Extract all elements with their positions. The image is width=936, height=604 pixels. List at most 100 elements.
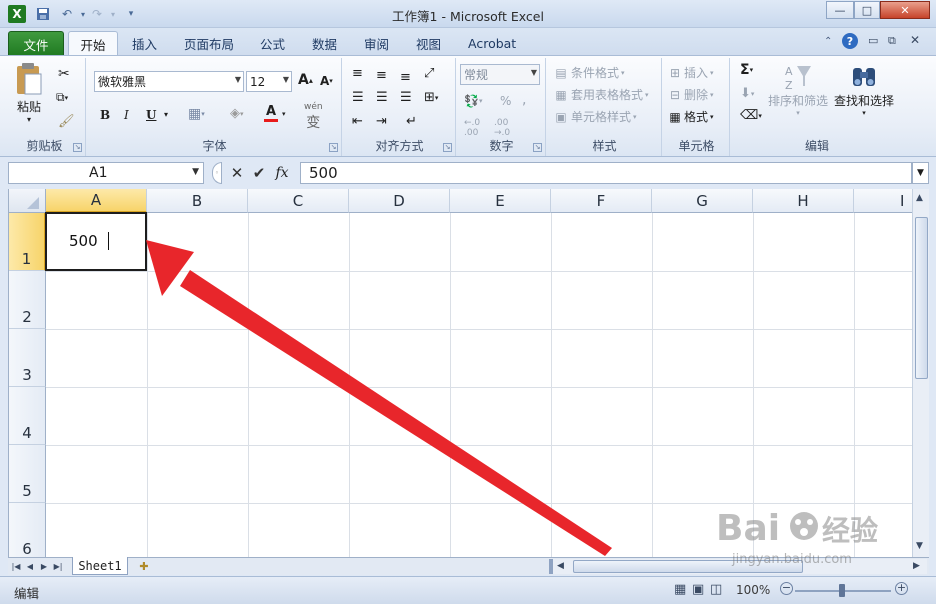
- column-header-e[interactable]: E: [450, 189, 551, 213]
- row-header-5[interactable]: 5: [9, 445, 46, 503]
- confirm-entry-icon[interactable]: ✔: [248, 164, 270, 182]
- align-bottom-icon[interactable]: ≡: [400, 70, 411, 85]
- font-launcher-icon[interactable]: ↘: [329, 143, 338, 152]
- last-sheet-icon[interactable]: ▶|: [52, 559, 64, 574]
- font-name-combo[interactable]: 微软雅黑 ▼: [94, 71, 244, 92]
- fill-icon[interactable]: ⬇ ▾: [740, 86, 754, 101]
- paste-button[interactable]: 粘贴 ▾: [14, 62, 44, 124]
- help-icon[interactable]: ?: [842, 33, 858, 49]
- increase-decimal-icon[interactable]: ←.0.00: [464, 118, 480, 138]
- phonetic-button[interactable]: wén 变: [304, 102, 323, 132]
- column-header-b[interactable]: B: [147, 189, 248, 213]
- tab-file[interactable]: 文件: [8, 31, 64, 56]
- autosum-icon[interactable]: Σ ▾: [740, 62, 753, 78]
- font-color-dropdown-icon[interactable]: ▾: [282, 110, 286, 118]
- tab-acrobat[interactable]: Acrobat: [460, 31, 524, 56]
- bold-button[interactable]: B: [100, 108, 110, 122]
- merge-center-icon[interactable]: ⊞ ▾: [424, 90, 438, 105]
- currency-icon[interactable]: 💱 ▾: [464, 94, 482, 108]
- grow-font-icon[interactable]: A ▴: [298, 72, 313, 88]
- number-launcher-icon[interactable]: ↘: [533, 143, 542, 152]
- column-header-a[interactable]: A: [46, 189, 147, 213]
- zoom-level[interactable]: 100%: [736, 583, 770, 597]
- tab-data[interactable]: 数据: [304, 31, 345, 56]
- row-header-4[interactable]: 4: [9, 387, 46, 445]
- name-box[interactable]: A1 ▼: [8, 162, 204, 184]
- doc-close-icon[interactable]: ✕: [910, 33, 920, 47]
- column-header-g[interactable]: G: [652, 189, 753, 213]
- select-all-corner[interactable]: [9, 189, 46, 213]
- align-center-icon[interactable]: ☰: [376, 90, 388, 105]
- italic-button[interactable]: I: [124, 108, 129, 122]
- doc-restore-icon[interactable]: ⧉: [888, 34, 896, 48]
- decrease-decimal-icon[interactable]: .00 →.0: [494, 118, 510, 138]
- percent-button[interactable]: %: [500, 94, 511, 108]
- shrink-font-icon[interactable]: A ▾: [320, 74, 333, 88]
- collapse-ribbon-icon[interactable]: ⌃: [824, 36, 832, 47]
- font-size-combo[interactable]: 12 ▼: [246, 71, 292, 92]
- borders-icon[interactable]: ▦ ▾: [188, 106, 205, 122]
- row-header-6[interactable]: 6: [9, 503, 46, 557]
- tab-insert[interactable]: 插入: [124, 31, 165, 56]
- tab-home[interactable]: 开始: [68, 31, 118, 56]
- align-top-icon[interactable]: ≡: [352, 66, 363, 81]
- align-left-icon[interactable]: ☰: [352, 90, 364, 105]
- first-sheet-icon[interactable]: |◀: [10, 559, 22, 574]
- column-header-d[interactable]: D: [349, 189, 450, 213]
- number-format-combo[interactable]: 常规 ▼: [460, 64, 540, 85]
- minimize-button[interactable]: —: [826, 1, 854, 19]
- column-header-h[interactable]: H: [753, 189, 854, 213]
- align-right-icon[interactable]: ☰: [400, 90, 412, 105]
- tab-page-layout[interactable]: 页面布局: [176, 31, 242, 56]
- font-color-icon[interactable]: A: [264, 104, 278, 122]
- formula-bar-splitter-icon[interactable]: ◦: [212, 162, 222, 184]
- column-header-c[interactable]: C: [248, 189, 349, 213]
- normal-view-icon[interactable]: ▦: [674, 582, 686, 597]
- align-middle-icon[interactable]: ≡: [376, 68, 387, 83]
- orientation-icon[interactable]: ⤢: [424, 66, 434, 81]
- clear-icon[interactable]: ⌫ ▾: [740, 108, 762, 123]
- format-cells-button[interactable]: ▦ 格式 ▾: [668, 108, 713, 125]
- comma-button[interactable]: ,: [522, 92, 526, 108]
- page-break-view-icon[interactable]: ◫: [710, 582, 722, 597]
- paste-dropdown-icon[interactable]: ▾: [27, 115, 31, 124]
- increase-indent-icon[interactable]: ⇥: [376, 114, 387, 129]
- conditional-format-button[interactable]: ▤ 条件格式 ▾: [554, 64, 624, 81]
- font-size-dropdown-icon[interactable]: ▼: [283, 75, 289, 84]
- find-select-button[interactable]: 查找和选择 ▾: [834, 62, 894, 117]
- row-header-3[interactable]: 3: [9, 329, 46, 387]
- maximize-button[interactable]: □: [854, 1, 880, 19]
- cancel-entry-icon[interactable]: ✕: [226, 164, 248, 182]
- formula-input[interactable]: 500: [300, 162, 912, 184]
- close-button[interactable]: ✕: [880, 1, 930, 19]
- name-box-dropdown-icon[interactable]: ▼: [192, 167, 199, 177]
- row-header-2[interactable]: 2: [9, 271, 46, 329]
- decrease-indent-icon[interactable]: ⇤: [352, 114, 363, 129]
- doc-minimize-icon[interactable]: ▭: [868, 34, 878, 47]
- scroll-up-icon[interactable]: ▲: [916, 193, 923, 203]
- vertical-scroll-thumb[interactable]: [915, 217, 928, 379]
- column-header-i[interactable]: I: [854, 189, 912, 213]
- next-sheet-icon[interactable]: ▶: [38, 559, 50, 574]
- insert-sheet-icon[interactable]: ✚: [132, 558, 156, 574]
- tab-view[interactable]: 视图: [408, 31, 449, 56]
- font-name-dropdown-icon[interactable]: ▼: [235, 75, 241, 84]
- scroll-left-icon[interactable]: ◀: [557, 561, 564, 571]
- underline-dropdown-icon[interactable]: ▾: [164, 110, 168, 119]
- column-header-f[interactable]: F: [551, 189, 652, 213]
- sheet-tab-sheet1[interactable]: Sheet1: [72, 557, 128, 575]
- delete-cells-button[interactable]: ⊟ 删除 ▾: [668, 86, 714, 103]
- fill-color-icon[interactable]: ◈ ▾: [230, 106, 244, 121]
- insert-cells-button[interactable]: ⊞ 插入 ▾: [668, 64, 714, 81]
- zoom-slider-thumb[interactable]: [839, 584, 845, 597]
- cut-icon[interactable]: ✂: [58, 66, 70, 82]
- tab-review[interactable]: 审阅: [356, 31, 397, 56]
- expand-formula-bar-icon[interactable]: ▼: [912, 162, 929, 184]
- wrap-text-icon[interactable]: ↵: [406, 114, 417, 129]
- zoom-out-icon[interactable]: −: [780, 582, 793, 595]
- row-header-1[interactable]: 1: [9, 213, 46, 271]
- format-painter-icon[interactable]: 🖌: [58, 114, 75, 129]
- sort-filter-button[interactable]: AZ 排序和筛选 ▾: [768, 62, 828, 117]
- prev-sheet-icon[interactable]: ◀: [24, 559, 36, 574]
- alignment-launcher-icon[interactable]: ↘: [443, 143, 452, 152]
